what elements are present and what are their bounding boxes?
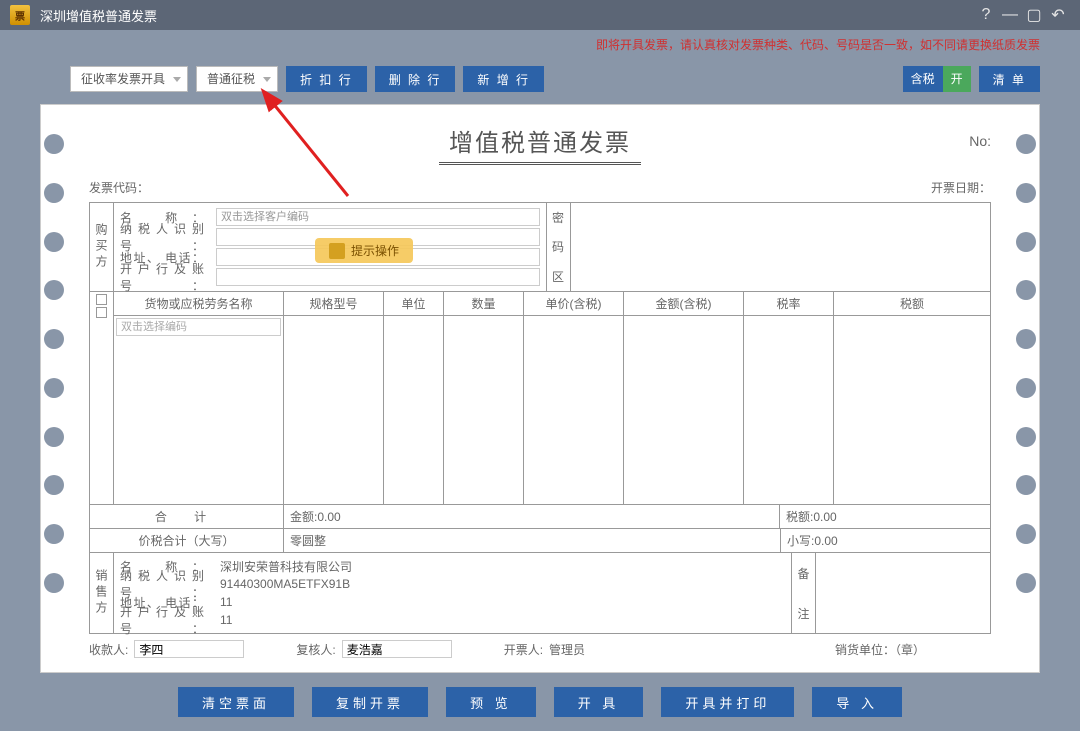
item-name-input[interactable]: 双击选择编码 — [116, 318, 281, 336]
password-area — [570, 203, 991, 291]
reviewer-input[interactable] — [342, 640, 452, 658]
items-body: 双击选择编码 — [114, 316, 990, 504]
remark-area[interactable] — [815, 553, 990, 633]
levy-rate-dropdown[interactable]: 征收率发票开具 — [70, 66, 188, 92]
issue-print-button[interactable]: 开具并打印 — [661, 687, 794, 717]
perforation-right — [1006, 114, 1046, 613]
seller-name: 深圳安荣普科技有限公司 — [216, 558, 785, 575]
buyer-section-label: 购买方 — [90, 203, 114, 291]
invoice-sheet: 增值税普通发票 No: 发票代码： 开票日期： 购买方 名 称 双击选择客户编码… — [40, 104, 1040, 673]
issuer-name: 管理员 — [549, 641, 585, 658]
invoice-number-label: No: — [969, 133, 991, 149]
bottom-button-bar: 清空票面 复制开票 预 览 开 具 开具并打印 导 入 — [0, 673, 1080, 731]
buyer-bank-label: 开户行及账号 — [120, 260, 212, 294]
row-checkbox[interactable] — [96, 294, 107, 305]
clear-button[interactable]: 清空票面 — [178, 687, 294, 717]
invoice-title: 增值税普通发票 — [439, 123, 641, 165]
app-logo: 票 — [10, 5, 30, 25]
list-button[interactable]: 清 单 — [979, 66, 1040, 92]
help-icon[interactable]: ? — [974, 6, 998, 24]
totals-row: 合 计 金额:0.00 税额:0.00 — [90, 504, 990, 528]
discount-row-button[interactable]: 折 扣 行 — [286, 66, 367, 92]
footer-line: 收款人: 复核人: 开票人: 管理员 销货单位：（章） — [89, 634, 991, 658]
price-tax-total-row: 价税合计（大写） 零圆整 小写:0.00 — [90, 528, 990, 552]
items-header: 货物或应税劳务名称 规格型号 单位 数量 单价(含税) 金额(含税) 税率 税额 — [114, 292, 990, 316]
seller-seal-label: 销货单位：（章） — [835, 641, 925, 658]
tax-type-dropdown[interactable]: 普通征税 — [196, 66, 278, 92]
back-icon[interactable]: ↶ — [1046, 5, 1070, 25]
title-bar: 票 深圳增值税普通发票 ? — ▢ ↶ — [0, 0, 1080, 30]
preview-button[interactable]: 预 览 — [446, 687, 536, 717]
import-button[interactable]: 导 入 — [812, 687, 902, 717]
window-title: 深圳增值税普通发票 — [40, 6, 157, 25]
invoice-code-label: 发票代码： — [89, 179, 149, 196]
invoice-frame: 购买方 名 称 双击选择客户编码 纳税人识别号 地址、 电话 — [89, 202, 991, 634]
seller-section-label: 销售方 — [90, 553, 114, 633]
tax-inclusive-toggle[interactable]: 含税 开 — [903, 66, 971, 92]
remark-label: 备 注 — [791, 553, 815, 633]
issue-date-label: 开票日期： — [931, 179, 991, 196]
payee-input[interactable] — [134, 640, 244, 658]
issue-button[interactable]: 开 具 — [554, 687, 644, 717]
seller-bank: 11 — [216, 613, 785, 627]
seller-taxid: 91440300MA5ETFX91B — [216, 577, 785, 591]
add-row-button[interactable]: 新 增 行 — [463, 66, 544, 92]
row-checkbox-column — [90, 292, 114, 504]
hint-icon — [329, 243, 345, 259]
seller-addr: 11 — [216, 595, 785, 609]
minimize-icon[interactable]: — — [998, 6, 1022, 24]
copy-issue-button[interactable]: 复制开票 — [312, 687, 428, 717]
buyer-bank-input[interactable] — [216, 268, 540, 286]
maximize-icon[interactable]: ▢ — [1022, 5, 1046, 25]
tax-toggle-state: 开 — [943, 66, 971, 92]
hint-tooltip: 提示操作 — [315, 238, 413, 263]
row-checkbox[interactable] — [96, 307, 107, 318]
tax-toggle-label: 含税 — [903, 66, 943, 92]
warning-text: 即将开具发票，请认真核对发票种类、代码、号码是否一致，如不同请更换纸质发票 — [0, 30, 1080, 54]
password-area-label: 密 码 区 — [546, 203, 570, 291]
buyer-name-input[interactable]: 双击选择客户编码 — [216, 208, 540, 226]
toolbar: 征收率发票开具 普通征税 折 扣 行 删 除 行 新 增 行 含税 开 清 单 — [0, 54, 1080, 104]
perforation-left — [34, 114, 74, 613]
delete-row-button[interactable]: 删 除 行 — [375, 66, 456, 92]
